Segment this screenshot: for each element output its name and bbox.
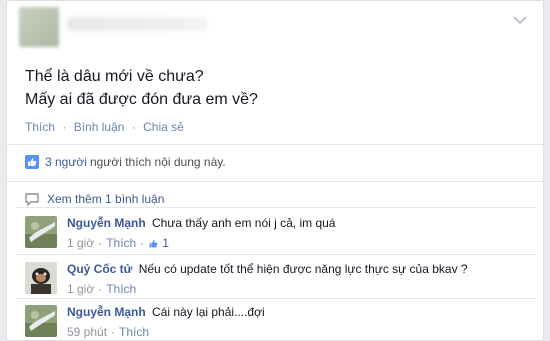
comment-time[interactable]: 59 phút [67, 325, 107, 339]
comment-author[interactable]: Quỷ Cốc tử [67, 262, 132, 276]
separator: · [111, 325, 116, 339]
comment-text: Chưa thấy anh em nói j cả, im quá [152, 216, 336, 230]
separator: · [98, 282, 103, 296]
avatar[interactable] [25, 216, 57, 248]
chevron-down-icon[interactable] [513, 15, 527, 25]
like-link[interactable]: Thích [25, 120, 55, 134]
post-card: Thể là dâu mới về chưa? Mấy ai đã được đ… [6, 0, 544, 341]
divider [17, 254, 535, 255]
post-line-2: Mấy ai đã được đón đưa em về? [25, 91, 258, 108]
comment-meta: 1 giờ · Thích · 1 [67, 236, 527, 250]
thumbs-up-icon [25, 155, 39, 169]
divider [17, 207, 535, 208]
separator: · [131, 120, 136, 134]
avatar[interactable] [25, 305, 57, 337]
comment-like-link[interactable]: Thích [106, 282, 136, 296]
comment-author[interactable]: Nguyễn Mạnh [67, 216, 146, 230]
comment-author[interactable]: Nguyễn Mạnh [67, 305, 146, 319]
likes-text: người thích nội dung này. [89, 155, 226, 169]
poster-name-blurred [67, 17, 207, 31]
share-link[interactable]: Chia sẻ [143, 120, 184, 134]
comment-like-link[interactable]: Thích [106, 236, 136, 250]
comment-meta: 59 phút · Thích [67, 325, 527, 339]
comment-body: Quỷ Cốc tử Nếu có update tốt thể hiện đư… [67, 262, 527, 296]
divider [17, 298, 535, 299]
thumbs-up-icon [149, 239, 158, 247]
post-actions: Thích · Bình luận · Chia sẻ [25, 120, 184, 134]
comment-text: Cái này lại phải....đợi [152, 305, 265, 319]
post-header [19, 7, 529, 53]
comment-link[interactable]: Bình luận [74, 120, 125, 134]
view-more-comments-link[interactable]: Xem thêm 1 bình luận [25, 192, 164, 206]
comment-body: Nguyễn Mạnh Cái này lại phải....đợi 59 p… [67, 305, 527, 339]
comment-meta: 1 giờ · Thích [67, 282, 527, 296]
comment-time[interactable]: 1 giờ [67, 282, 94, 296]
post-line-1: Thể là dâu mới về chưa? [25, 68, 204, 85]
comment-body: Nguyễn Mạnh Chưa thấy anh em nói j cả, i… [67, 216, 527, 250]
separator: · [140, 236, 145, 250]
separator: · [62, 120, 67, 134]
avatar[interactable] [25, 262, 57, 294]
poster-avatar[interactable] [19, 7, 59, 47]
post-message: Thể là dâu mới về chưa? Mấy ai đã được đ… [25, 65, 258, 111]
separator: · [98, 236, 103, 250]
divider [7, 144, 543, 145]
comment-text: Nếu có update tốt thể hiện được năng lực… [138, 262, 468, 276]
comment-time[interactable]: 1 giờ [67, 236, 94, 250]
likes-summary: 3 người người thích nội dung này. [25, 155, 226, 169]
comment-like-link[interactable]: Thích [119, 325, 149, 339]
view-more-label: Xem thêm 1 bình luận [47, 192, 165, 206]
divider [7, 181, 543, 182]
comment-bubble-icon [25, 192, 39, 206]
likes-count-link[interactable]: 3 người [45, 155, 87, 169]
comment-like-count[interactable]: 1 [162, 236, 169, 250]
